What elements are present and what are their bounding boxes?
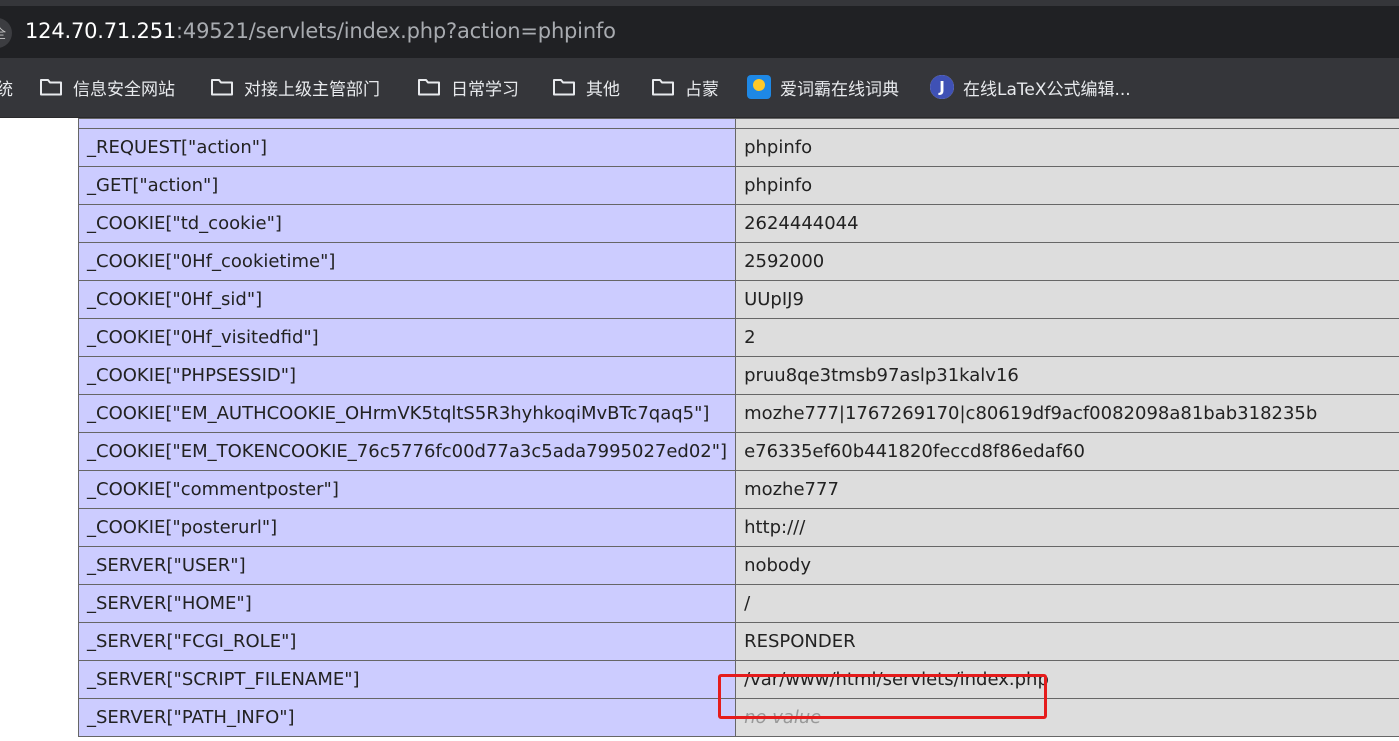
variable-value: mozhe777|1767269170|c80619df9acf0082098a… [735, 394, 1399, 433]
variable-name: _COOKIE["0Hf_sid"] [77, 280, 737, 319]
variables-table: _REQUEST["action"] phpinfo _GET["action"… [77, 118, 1399, 737]
folder-icon [211, 79, 233, 96]
variable-name: _SERVER["SCRIPT_FILENAME"] [77, 660, 737, 699]
variable-name: _SERVER["HOME"] [77, 584, 737, 623]
table-row: _COOKIE["0Hf_cookietime"] 2592000 [77, 242, 1399, 281]
variable-name: _COOKIE["commentposter"] [77, 470, 737, 509]
bookmark-label: 日常学习 [451, 79, 519, 100]
url-host: 124.70.71.251 [25, 19, 177, 43]
highlight-annotation-box [718, 674, 1047, 719]
variable-name: _COOKIE["0Hf_cookietime"] [77, 242, 737, 281]
table-header-row [77, 118, 1399, 129]
bookmark-latex-editor[interactable]: J 在线LaTeX公式编辑... [930, 74, 1131, 100]
bookmark-folder-zhanmeng[interactable]: 占蒙 [651, 74, 719, 100]
folder-icon [40, 79, 62, 96]
variable-value: pruu8qe3tmsb97aslp31kalv16 [735, 356, 1399, 395]
variable-value: phpinfo [735, 128, 1399, 167]
folder-icon [418, 79, 440, 96]
variable-value: http:/// [735, 508, 1399, 547]
bookmark-label: 对接上级主管部门 [244, 79, 380, 100]
bookmark-label: 在线LaTeX公式编辑... [963, 79, 1131, 100]
site-info-label: 全 [0, 23, 6, 42]
variable-name: _COOKIE["EM_TOKENCOOKIE_76c5776fc00d77a3… [77, 432, 737, 471]
variable-value: nobody [735, 546, 1399, 585]
bookmarks-bar: 统 信息安全网站 对接上级主管部门 日常学习 其他 占蒙 爱词霸在线词典 J 在… [0, 58, 1399, 118]
table-row: _REQUEST["action"] phpinfo [77, 128, 1399, 167]
table-row: _SERVER["USER"] nobody [77, 546, 1399, 585]
variable-name: _COOKIE["posterurl"] [77, 508, 737, 547]
variable-value: 2 [735, 318, 1399, 357]
latex-favicon-icon: J [930, 75, 954, 99]
bookmark-label: 信息安全网站 [73, 79, 175, 100]
table-row: _COOKIE["td_cookie"] 2624444044 [77, 204, 1399, 243]
variable-value: 2624444044 [735, 204, 1399, 243]
url-path: :49521/servlets/index.php?action=phpinfo [176, 19, 616, 43]
table-row: _COOKIE["0Hf_visitedfid"] 2 [77, 318, 1399, 357]
variable-name: _GET["action"] [77, 166, 737, 205]
url-field[interactable]: 124.70.71.251:49521/servlets/index.php?a… [25, 19, 616, 43]
bookmark-label: 统 [0, 79, 13, 100]
bookmark-truncated[interactable]: 统 [0, 74, 13, 100]
variable-name: _COOKIE["td_cookie"] [77, 204, 737, 243]
header-cell [735, 118, 1399, 129]
iciba-favicon-icon [747, 75, 771, 99]
table-row: _COOKIE["commentposter"] mozhe777 [77, 470, 1399, 509]
phpinfo-page: _REQUEST["action"] phpinfo _GET["action"… [0, 118, 1399, 741]
bookmark-folder-other[interactable]: 其他 [552, 74, 620, 100]
variable-value: / [735, 584, 1399, 623]
table-row: _COOKIE["posterurl"] http:/// [77, 508, 1399, 547]
bookmark-label: 其他 [586, 79, 620, 100]
site-info-button[interactable]: 全 [0, 18, 12, 48]
bookmark-folder-superior-department[interactable]: 对接上级主管部门 [210, 74, 380, 100]
table-row: _GET["action"] phpinfo [77, 166, 1399, 205]
variable-value: 2592000 [735, 242, 1399, 281]
table-row: _SERVER["HOME"] / [77, 584, 1399, 623]
variable-name: _COOKIE["EM_AUTHCOOKIE_OHrmVK5tqltS5R3hy… [77, 394, 737, 433]
variable-name: _SERVER["PATH_INFO"] [77, 698, 737, 737]
variable-name: _SERVER["USER"] [77, 546, 737, 585]
table-row: _COOKIE["PHPSESSID"] pruu8qe3tmsb97aslp3… [77, 356, 1399, 395]
variable-name: _COOKIE["PHPSESSID"] [77, 356, 737, 395]
table-row: _COOKIE["EM_TOKENCOOKIE_76c5776fc00d77a3… [77, 432, 1399, 471]
bookmark-label: 占蒙 [685, 79, 719, 100]
variable-name: _REQUEST["action"] [77, 128, 737, 167]
variable-value: mozhe777 [735, 470, 1399, 509]
folder-icon [553, 79, 575, 96]
variable-name: _SERVER["FCGI_ROLE"] [77, 622, 737, 661]
variable-name: _COOKIE["0Hf_visitedfid"] [77, 318, 737, 357]
address-bar: 全 124.70.71.251:49521/servlets/index.php… [0, 0, 1399, 58]
variable-value: UUpIJ9 [735, 280, 1399, 319]
variable-value: phpinfo [735, 166, 1399, 205]
bookmark-folder-security-sites[interactable]: 信息安全网站 [39, 74, 175, 100]
table-row: _COOKIE["0Hf_sid"] UUpIJ9 [77, 280, 1399, 319]
table-row: _COOKIE["EM_AUTHCOOKIE_OHrmVK5tqltS5R3hy… [77, 394, 1399, 433]
bookmark-label: 爱词霸在线词典 [780, 79, 899, 100]
header-cell [77, 118, 737, 129]
table-row: _SERVER["FCGI_ROLE"] RESPONDER [77, 622, 1399, 661]
bookmark-folder-daily-study[interactable]: 日常学习 [417, 74, 519, 100]
folder-icon [652, 79, 674, 96]
bookmark-iciba-dictionary[interactable]: 爱词霸在线词典 [747, 74, 899, 100]
variable-value: RESPONDER [735, 622, 1399, 661]
variable-value: e76335ef60b441820feccd8f86edaf60 [735, 432, 1399, 471]
